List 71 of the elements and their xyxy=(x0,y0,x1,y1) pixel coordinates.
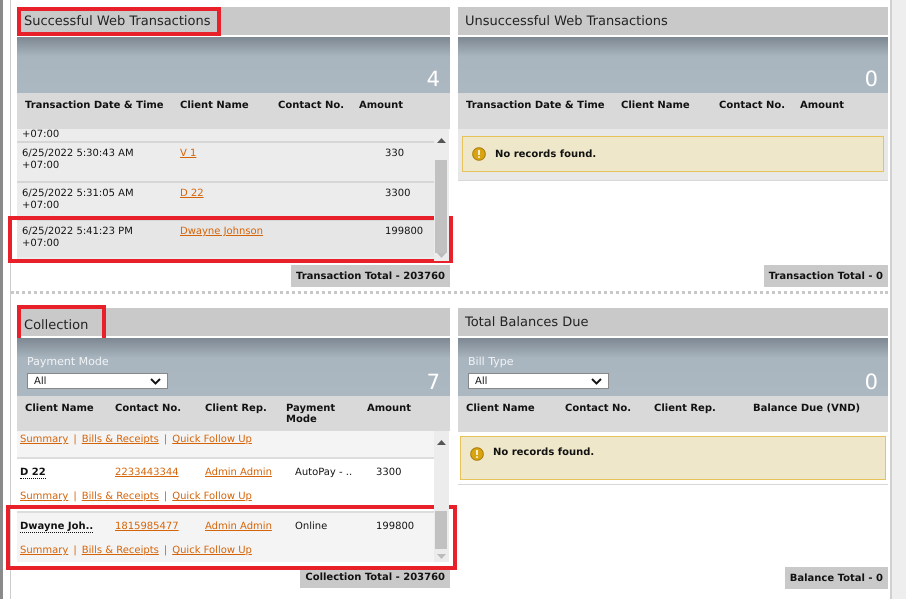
contact-link[interactable]: 1815985477 xyxy=(115,521,179,532)
action-link[interactable]: Bills & Receipts xyxy=(82,545,159,556)
column-header: Client Name xyxy=(180,100,250,113)
record-count: 7 xyxy=(426,370,440,394)
column-header: Client Name xyxy=(621,100,691,113)
column-header: Contact No. xyxy=(278,100,346,113)
rep-link[interactable]: Admin Admin xyxy=(205,521,272,532)
panel-title: Unsuccessful Web Transactions xyxy=(464,12,669,30)
column-header: Transaction Date & Time xyxy=(25,100,165,113)
filter-select[interactable]: All xyxy=(468,373,609,389)
action-link[interactable]: Summary xyxy=(20,434,68,445)
link-separator: | xyxy=(73,491,77,502)
message-text: No records found. xyxy=(495,148,596,160)
client-link[interactable]: Dwayne Johnson xyxy=(180,226,264,237)
column-header: Contact No. xyxy=(565,403,632,416)
client-link[interactable]: V 1 xyxy=(180,148,196,159)
table-cell-text: 6/25/2022 5:41:23 PM xyxy=(22,226,134,238)
record-count: 0 xyxy=(864,370,878,394)
rep-link[interactable]: Admin Admin xyxy=(205,467,272,478)
table-cell-text: +07:00 xyxy=(22,160,60,172)
action-link[interactable]: Summary xyxy=(20,491,68,502)
table-cell: AutoPay - .. xyxy=(295,467,352,478)
action-link[interactable]: Quick Follow Up xyxy=(172,491,252,502)
table-cell-text: 6/25/2022 5:30:43 AM xyxy=(22,148,135,160)
column-header: Client Rep. xyxy=(205,403,268,416)
column-header: Transaction Date & Time xyxy=(466,100,606,113)
action-link[interactable]: Quick Follow Up xyxy=(172,434,252,445)
contact-link[interactable]: 2233443344 xyxy=(115,467,179,478)
table-cell: 3300 xyxy=(385,188,410,199)
action-link[interactable]: Bills & Receipts xyxy=(82,491,159,502)
message-text: No records found. xyxy=(493,447,594,458)
column-header: Contact No. xyxy=(719,100,786,113)
link-separator: | xyxy=(164,545,168,556)
panel-title: Total Balances Due xyxy=(464,314,590,332)
column-header: Contact No. xyxy=(115,403,182,416)
link-separator: | xyxy=(73,545,77,556)
record-count: 4 xyxy=(426,68,440,91)
table-cell: 330 xyxy=(385,148,404,159)
table-cell: 3300 xyxy=(376,467,402,478)
table-cell-text: +07:00 xyxy=(22,129,60,141)
table-cell: 199800 xyxy=(385,226,424,237)
client-link[interactable]: D 22 xyxy=(180,188,204,199)
table-cell-text: +07:00 xyxy=(22,200,60,212)
link-separator: | xyxy=(164,434,168,445)
link-separator: | xyxy=(164,491,168,502)
total-label: Balance Total - 0 xyxy=(784,567,888,589)
filter-select[interactable]: All xyxy=(27,373,168,389)
total-label: Transaction Total - 0 xyxy=(764,265,888,287)
column-header: Client Rep. xyxy=(654,403,717,416)
table-cell-text: 6/25/2022 5:31:05 AM xyxy=(22,188,135,200)
panel-title: Successful Web Transactions xyxy=(17,6,221,36)
table-cell-text: +07:00 xyxy=(22,238,60,250)
filter-label: Bill Type xyxy=(468,355,514,368)
table-cell: Online xyxy=(295,521,328,532)
action-link[interactable]: Quick Follow Up xyxy=(172,545,252,556)
column-header: Client Name xyxy=(466,403,536,416)
table-cell: 199800 xyxy=(376,521,414,532)
client-name[interactable]: Dwayne Joh.. xyxy=(20,521,94,533)
action-link[interactable]: Bills & Receipts xyxy=(82,434,159,445)
column-header: Amount xyxy=(800,100,844,113)
column-header: Balance Due (VND) xyxy=(753,403,860,416)
column-header: Client Name xyxy=(25,403,95,416)
action-link[interactable]: Summary xyxy=(20,545,68,556)
client-name[interactable]: D 22 xyxy=(20,467,46,479)
column-header: Amount xyxy=(367,403,412,416)
filter-label: Payment Mode xyxy=(27,355,110,368)
column-header: Payment Mode xyxy=(286,403,336,427)
record-count: 0 xyxy=(864,68,878,91)
total-label: Transaction Total - 203760 xyxy=(290,265,450,287)
column-header: Amount xyxy=(359,100,404,113)
link-separator: | xyxy=(73,434,77,445)
